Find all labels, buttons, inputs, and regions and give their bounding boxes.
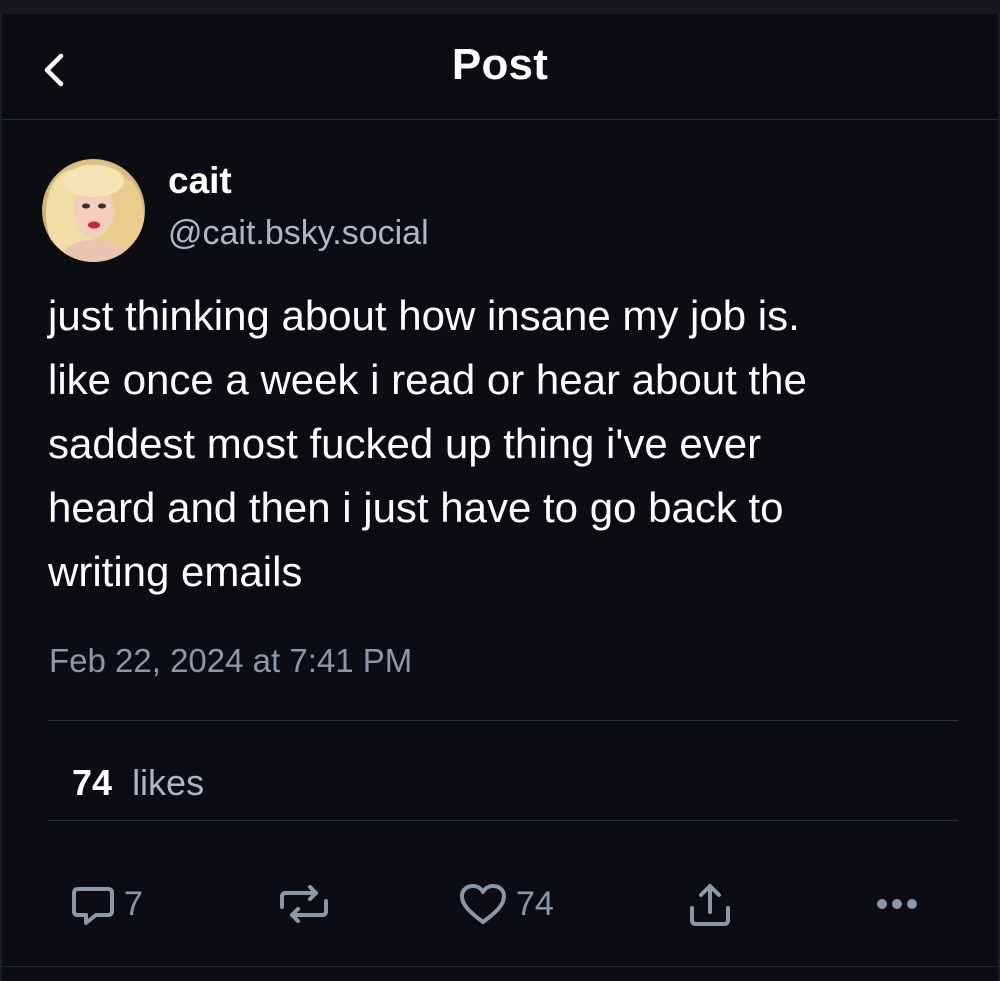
- share-icon: [690, 884, 730, 926]
- avatar-image: [42, 159, 145, 262]
- divider: [48, 720, 958, 721]
- more-icon: [877, 899, 917, 909]
- post-screen: Post cait @cait.bsky.social just thinkin…: [0, 14, 1000, 981]
- divider: [48, 820, 958, 821]
- post-text-line: saddest most fucked up thing i've ever: [48, 420, 762, 467]
- like-button[interactable]: 74: [458, 874, 554, 934]
- post-timestamp: Feb 22, 2024 at 7:41 PM: [49, 642, 413, 679]
- post-text: just thinking about how insane my job is…: [48, 284, 978, 604]
- post-text-line: writing emails: [48, 548, 303, 595]
- likes-count: 74: [72, 762, 113, 803]
- bottom-divider: [2, 966, 998, 967]
- likes-label: likes: [132, 762, 205, 803]
- reply-button[interactable]: 7: [70, 874, 143, 934]
- post-text-line: just thinking about how insane my job is…: [48, 292, 800, 339]
- repost-button[interactable]: [276, 874, 332, 934]
- author-handle[interactable]: @cait.bsky.social: [168, 214, 429, 253]
- post-text-line: like once a week i read or hear about th…: [48, 356, 807, 403]
- avatar[interactable]: [42, 159, 145, 262]
- repost-icon: [280, 885, 328, 923]
- page-title: Post: [451, 40, 549, 89]
- top-bar: Post: [2, 14, 998, 120]
- post-text-line: heard and then i just have to go back to: [48, 484, 784, 531]
- share-button[interactable]: [686, 874, 734, 934]
- heart-icon: [460, 884, 506, 924]
- like-count: 74: [516, 884, 554, 923]
- likes-summary[interactable]: 74 likes: [72, 762, 204, 804]
- reply-count: 7: [124, 884, 143, 923]
- author-display-name[interactable]: cait: [168, 160, 232, 202]
- reply-icon: [72, 887, 114, 925]
- action-bar: 7 74: [2, 874, 998, 934]
- more-button[interactable]: [874, 874, 920, 934]
